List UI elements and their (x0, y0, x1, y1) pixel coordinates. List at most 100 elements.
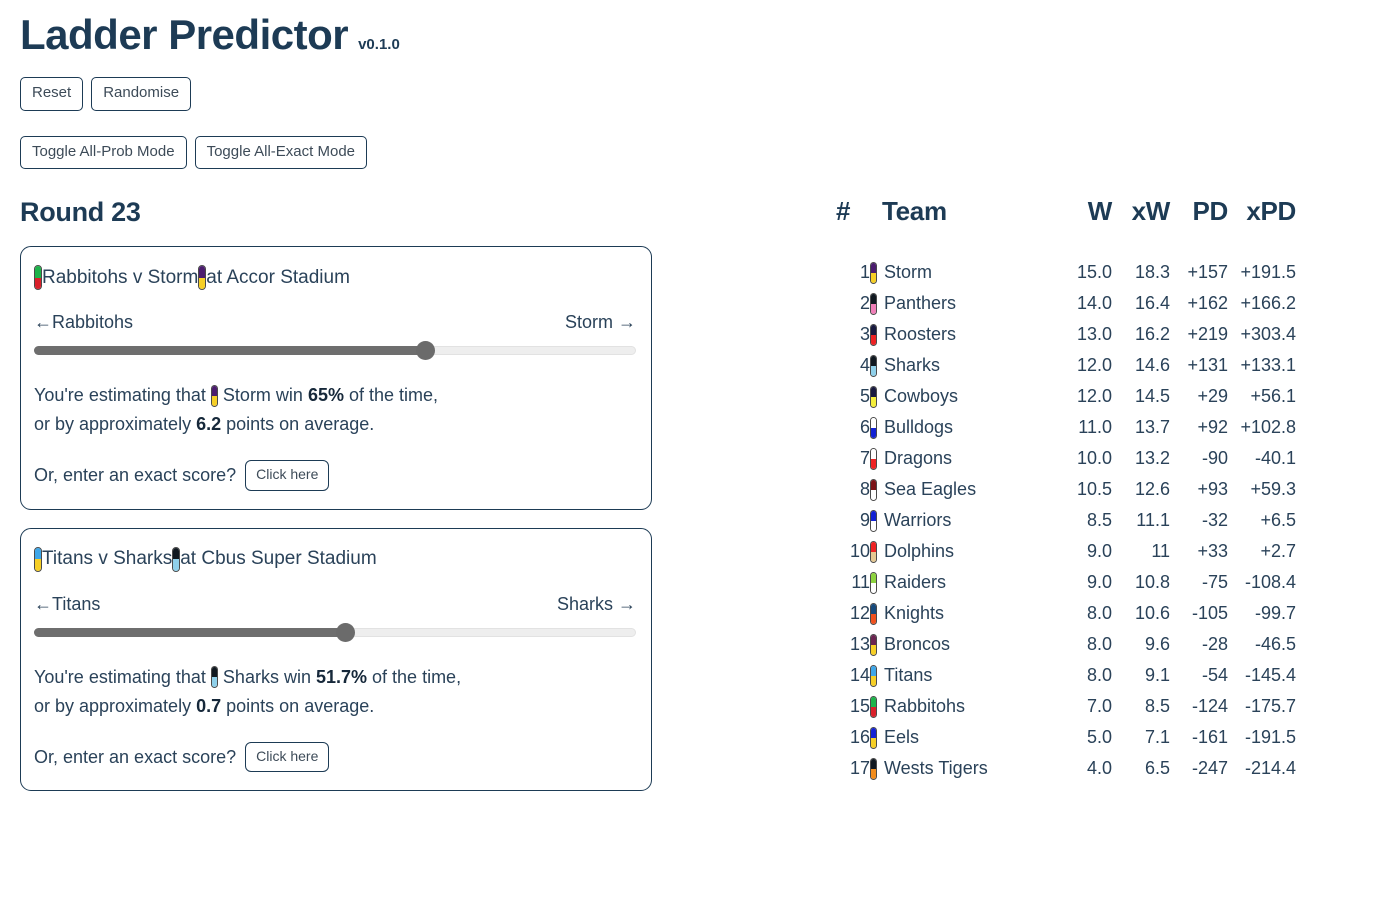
round-heading: Round 23 (20, 197, 141, 227)
table-row: 1 Storm 15.0 18.3 +157 +191.5 (836, 257, 1296, 288)
toggle-all-prob-mode-button[interactable]: Toggle All-Prob Mode (20, 135, 187, 169)
home-team-colour-swatch-icon (34, 546, 42, 572)
toggle-all-exact-mode-button[interactable]: Toggle All-Exact Mode (194, 135, 368, 169)
match-versus-text: Titans v Sharks (42, 548, 173, 570)
table-row: 5 Cowboys 12.0 14.5 +29 +56.1 (836, 381, 1296, 412)
ladder-team-cell: Knights (870, 598, 1054, 629)
column-header-expected-wins: xW (1131, 196, 1171, 226)
ladder-expected-wins: 9.1 (1144, 665, 1170, 685)
ladder-rank: 5 (859, 386, 870, 406)
ladder-team-name: Rabbitohs (884, 696, 966, 716)
ladder-points-difference: +157 (1187, 262, 1228, 282)
mode-button-row: Toggle All-Prob Mode Toggle All-Exact Mo… (20, 135, 680, 169)
column-header-wins: W (1087, 196, 1113, 226)
ladder-rank: 6 (859, 417, 870, 437)
margin-prefix: or by approximately (34, 414, 192, 435)
team-colour-swatch-icon (870, 354, 877, 377)
ladder-points-difference: -90 (1201, 448, 1228, 468)
exact-score-button[interactable]: Click here (245, 460, 330, 491)
ladder-expected-wins: 11.1 (1136, 510, 1170, 530)
ladder-rank: 7 (859, 448, 870, 468)
slider-left-label: ←Rabbitohs (34, 312, 134, 332)
ladder-expected-wins: 8.5 (1144, 696, 1170, 716)
ladder-rank: 11 (851, 572, 870, 592)
slider-thumb[interactable] (415, 341, 435, 360)
ladder-rank: 2 (859, 293, 870, 313)
ladder-expected-points-difference: +2.7 (1260, 541, 1296, 561)
ladder-team-cell: Eels (870, 722, 1054, 753)
ladder-team-cell: Storm (870, 257, 1054, 288)
ladder-expected-points-difference: +102.8 (1240, 417, 1296, 437)
app-header: Ladder Predictor v0.1.0 (20, 0, 680, 56)
reset-button[interactable]: Reset (20, 77, 84, 111)
estimate-text: You're estimating that Sharks win 51.7% … (34, 663, 636, 721)
team-colour-swatch-icon (870, 323, 877, 346)
ladder-team-cell: Cowboys (870, 381, 1054, 412)
randomise-button[interactable]: Randomise (91, 77, 192, 111)
margin-suffix: points on average. (226, 695, 375, 716)
estimate-prefix: You're estimating that (34, 385, 206, 405)
ladder-wins: 10.5 (1076, 479, 1112, 499)
margin-value: 6.2 (196, 414, 222, 435)
ladder-rank: 16 (849, 727, 870, 747)
ladder-team-cell: Panthers (870, 288, 1054, 319)
primary-button-row: Reset Randomise (20, 77, 680, 111)
ladder-expected-points-difference: +6.5 (1260, 510, 1296, 530)
team-colour-swatch-icon (870, 602, 877, 625)
estimate-team: Storm win (222, 385, 303, 405)
ladder-team-cell: Broncos (870, 629, 1054, 660)
ladder-wins: 8.0 (1086, 603, 1112, 623)
table-row: 13 Broncos 8.0 9.6 -28 -46.5 (836, 629, 1296, 660)
table-row: 10 Dolphins 9.0 11 +33 +2.7 (836, 536, 1296, 567)
slider-thumb[interactable] (335, 622, 355, 642)
table-row: 17 Wests Tigers 4.0 6.5 -247 -214.4 (836, 753, 1296, 784)
ladder-wins: 11.0 (1078, 417, 1112, 437)
ladder-expected-wins: 9.6 (1144, 634, 1170, 654)
ladder-rank: 13 (849, 634, 870, 654)
ladder-points-difference: +162 (1187, 293, 1228, 313)
away-team-colour-swatch-icon (198, 265, 207, 290)
ladder-team-name: Wests Tigers (884, 758, 988, 778)
match-venue-text: at Cbus Super Stadium (180, 548, 377, 570)
ladder-expected-wins: 16.4 (1134, 293, 1170, 313)
table-row: 3 Roosters 13.0 16.2 +219 +303.4 (836, 319, 1296, 350)
ladder-wins: 7.0 (1086, 696, 1112, 716)
probability-slider[interactable] (34, 622, 636, 642)
ladder-rank: 4 (859, 355, 870, 375)
estimate-suffix: of the time, (349, 385, 439, 405)
ladder-team-name: Raiders (884, 572, 947, 592)
team-colour-swatch-icon (870, 664, 877, 687)
ladder-team-name: Dolphins (884, 541, 955, 561)
ladder-expected-points-difference: +133.1 (1240, 355, 1296, 375)
exact-score-row: Or, enter an exact score? Click here (34, 742, 636, 773)
ladder-points-difference: -161 (1191, 727, 1228, 747)
ladder-expected-points-difference: +56.1 (1250, 386, 1296, 406)
column-header-points-difference: PD (1192, 196, 1228, 226)
table-row: 8 Sea Eagles 10.5 12.6 +93 +59.3 (836, 474, 1296, 505)
version-label: v0.1.0 (358, 36, 400, 53)
ladder-points-difference: -32 (1201, 510, 1228, 530)
ladder-wins: 14.0 (1076, 293, 1112, 313)
team-colour-swatch-icon (870, 292, 877, 315)
table-row: 15 Rabbitohs 7.0 8.5 -124 -175.7 (836, 691, 1296, 722)
estimate-suffix: of the time, (372, 666, 462, 687)
ladder-body: 1 Storm 15.0 18.3 +157 +191.5 2 Panthers 14.0 16.… (836, 257, 1296, 784)
slider-right-label: Sharks → (556, 593, 636, 614)
exact-score-prompt: Or, enter an exact score? (34, 465, 237, 485)
ladder-wins: 10.0 (1076, 448, 1112, 468)
exact-score-row: Or, enter an exact score? Click here (34, 460, 636, 491)
table-row: 4 Sharks 12.0 14.6 +131 +133.1 (836, 350, 1296, 381)
ladder-team-name: Titans (884, 665, 933, 685)
ladder-rank: 15 (849, 696, 870, 716)
exact-score-button[interactable]: Click here (245, 742, 330, 773)
table-row: 7 Dragons 10.0 13.2 -90 -40.1 (836, 443, 1296, 474)
ladder-team-cell: Warriors (870, 505, 1054, 536)
ladder-team-name: Storm (884, 262, 933, 282)
ladder-expected-wins: 16.2 (1134, 324, 1170, 344)
ladder-expected-points-difference: -46.5 (1254, 634, 1296, 654)
ladder-expected-points-difference: -99.7 (1254, 603, 1296, 623)
ladder-points-difference: -75 (1201, 572, 1228, 592)
probability-slider[interactable] (34, 341, 636, 360)
ladder-expected-wins: 7.1 (1144, 727, 1170, 747)
ladder-points-difference: +219 (1187, 324, 1228, 344)
